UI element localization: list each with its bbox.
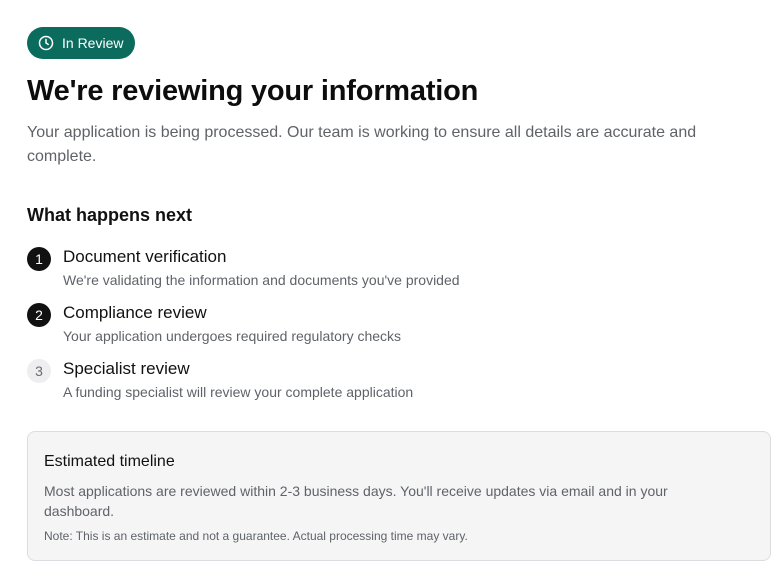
timeline-body: Most applications are reviewed within 2-… bbox=[44, 483, 668, 519]
step-specialist-review: 3 Specialist review A funding specialist… bbox=[27, 357, 771, 413]
step-document-verification: 1 Document verification We're validating… bbox=[27, 245, 771, 301]
step-title: Compliance review bbox=[63, 303, 207, 322]
step-compliance-review: 2 Compliance review Your application und… bbox=[27, 301, 771, 357]
page-title: We're reviewing your information bbox=[27, 75, 479, 107]
clock-icon bbox=[38, 35, 54, 51]
step-description: A funding specialist will review your co… bbox=[63, 384, 414, 400]
step-description: Your application undergoes required regu… bbox=[63, 328, 402, 344]
page-subtitle: Your application is being processed. Our… bbox=[27, 124, 697, 165]
timeline-note: Note: This is an estimate and not a guar… bbox=[44, 529, 468, 543]
next-steps-list: 1 Document verification We're validating… bbox=[27, 245, 771, 413]
timeline-title: Estimated timeline bbox=[44, 453, 175, 470]
step-title: Specialist review bbox=[63, 359, 190, 378]
step-description: We're validating the information and doc… bbox=[63, 272, 460, 288]
review-status-page: In Review We're reviewing your informati… bbox=[0, 0, 784, 577]
estimated-timeline-card: Estimated timeline Most applications are… bbox=[27, 431, 771, 561]
step-number: 2 bbox=[27, 303, 51, 327]
status-badge: In Review bbox=[27, 27, 136, 59]
step-number: 3 bbox=[27, 359, 51, 383]
step-title: Document verification bbox=[63, 247, 227, 266]
step-number: 1 bbox=[27, 247, 51, 271]
next-steps-heading: What happens next bbox=[27, 205, 193, 225]
status-badge-label: In Review bbox=[62, 35, 124, 51]
